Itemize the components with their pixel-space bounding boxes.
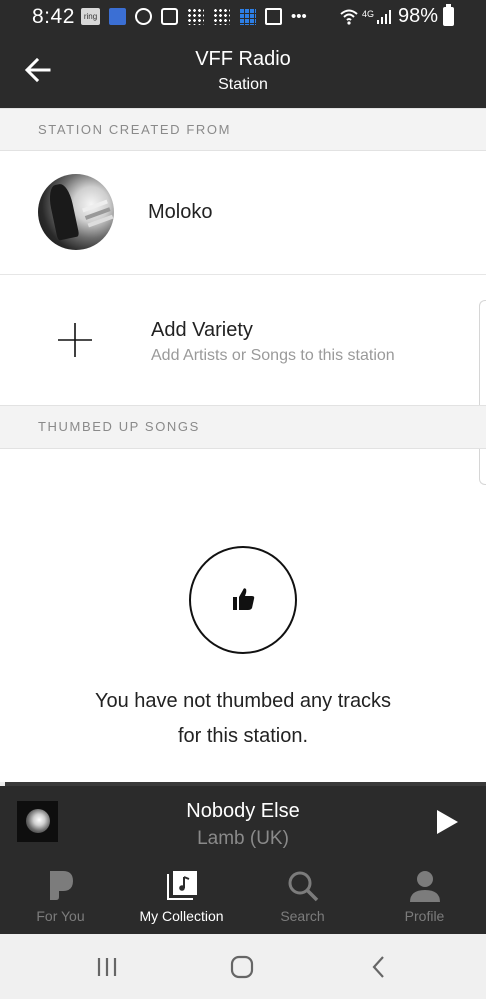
add-variety-subtitle: Add Artists or Songs to this station — [151, 347, 395, 364]
fitbit-icon — [213, 7, 230, 25]
image-icon — [265, 7, 282, 25]
search-icon — [288, 871, 318, 902]
battery-percent: 98% — [397, 5, 438, 27]
nav-label-search: Search — [280, 908, 325, 924]
nav-label-profile: Profile — [404, 908, 445, 924]
page-subtitle: Station — [218, 76, 268, 93]
plus-icon[interactable] — [57, 322, 93, 358]
empty-state-line-2: for this station. — [177, 725, 309, 747]
add-variety-title: Add Variety — [151, 319, 253, 341]
now-playing-title: Nobody Else — [186, 800, 300, 822]
side-panel-handle[interactable] — [479, 300, 486, 485]
network-label: 4G — [361, 8, 374, 19]
page-title: VFF Radio — [195, 48, 291, 70]
grid-app-icon — [239, 7, 256, 25]
seed-artist-row[interactable]: Moloko — [0, 151, 486, 275]
status-right: 4G 98% — [340, 4, 454, 28]
ring-icon: ring — [81, 7, 100, 25]
system-nav-bar — [0, 934, 486, 999]
nav-profile[interactable]: Profile — [364, 859, 485, 934]
app-header: VFF Radio Station — [0, 33, 486, 108]
section-header-created-from: STATION CREATED FROM — [0, 108, 486, 151]
play-icon[interactable] — [434, 808, 460, 836]
bottom-nav: For You My Collection Search Profile — [0, 859, 486, 934]
signal-icon — [376, 9, 391, 24]
collection-icon — [166, 871, 197, 900]
nav-for-you[interactable]: For You — [0, 859, 121, 934]
pandora-icon — [49, 871, 73, 900]
nav-label-my-collection: My Collection — [139, 908, 224, 924]
profile-icon — [409, 871, 440, 902]
more-icon: ••• — [291, 7, 307, 25]
seed-artist-name: Moloko — [148, 201, 213, 223]
fitbit-icon — [187, 7, 204, 25]
thumbs-up-icon — [233, 588, 255, 610]
battery-icon — [443, 4, 454, 26]
home-icon[interactable] — [229, 954, 255, 980]
empty-state-line-1: You have not thumbed any tracks — [94, 690, 392, 712]
nav-search[interactable]: Search — [242, 859, 363, 934]
app-icon — [109, 7, 126, 25]
now-playing-bar[interactable]: Nobody Else Lamb (UK) — [0, 786, 486, 859]
recent-apps-icon[interactable] — [94, 954, 120, 980]
section-header-thumbed-up: THUMBED UP SONGS — [0, 405, 486, 449]
calendar-icon — [161, 7, 178, 25]
avatar — [38, 174, 114, 250]
empty-state-message: You have not thumbed any tracks for this… — [0, 684, 486, 754]
now-playing-artist: Lamb (UK) — [197, 828, 289, 849]
notification-icons: ring ••• — [81, 6, 324, 26]
status-bar: 8:42 ring ••• 4G 98% — [0, 0, 486, 33]
nav-my-collection[interactable]: My Collection — [121, 859, 242, 934]
back-nav-icon[interactable] — [366, 954, 392, 980]
status-time: 8:42 — [32, 5, 75, 28]
account-icon — [135, 7, 152, 25]
wifi-icon — [340, 9, 358, 25]
nav-label-for-you: For You — [36, 908, 85, 924]
